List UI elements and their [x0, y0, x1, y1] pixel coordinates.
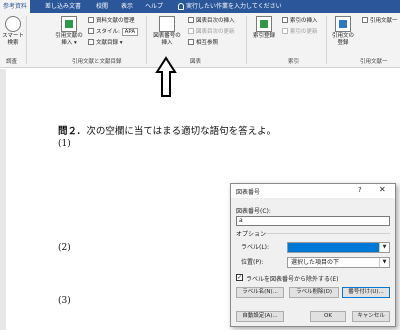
new-label-button[interactable]: ラベル名(N)...	[236, 287, 284, 298]
question-text: 次の空欄に当てはまる適切な語句を答えよ。	[86, 126, 277, 137]
manage-sources-button[interactable]: 資料文献の管理	[88, 17, 135, 25]
insert-index-button[interactable]: 索引の挿入	[282, 17, 318, 25]
group-label-citations: 引用文献と文献目録	[72, 59, 122, 65]
update-table-button[interactable]: 図表目次の更新	[188, 28, 235, 36]
numbering-button[interactable]: 番号付け(U)...	[342, 287, 390, 298]
insert-table-of-authorities-button[interactable]: 引用文献一	[362, 17, 398, 25]
cross-reference-icon	[188, 39, 194, 45]
caption-icon	[159, 16, 175, 32]
mark-citation-icon	[335, 16, 351, 32]
group-divider	[246, 16, 247, 64]
cancel-button[interactable]: キャンセル	[352, 311, 390, 322]
bibliography-icon	[88, 39, 94, 45]
lightbulb-icon	[178, 3, 184, 10]
sources-icon	[88, 17, 94, 23]
tab-mailings[interactable]: 差し込み文書	[42, 0, 84, 13]
mark-entry-label: 索引登録	[252, 33, 275, 39]
index-icon	[282, 17, 288, 23]
style-label: スタイル:	[96, 29, 120, 35]
label-select[interactable]: ▼	[287, 242, 390, 253]
refresh-icon	[188, 28, 194, 34]
table-of-figures-icon	[188, 17, 194, 23]
insert-citation-button[interactable]: 引用文献の 挿入 ▾	[52, 16, 86, 47]
insert-table-of-authorities-label: 引用文献一	[370, 18, 398, 24]
dialog-title: 図表番号	[236, 189, 261, 196]
style-select[interactable]: APA	[121, 28, 139, 36]
mark-entry-button[interactable]: 索引登録	[250, 16, 278, 40]
position-select-value: 選択した項目の下	[291, 259, 340, 266]
close-icon[interactable]: ✕	[379, 185, 386, 194]
label-field-label: ラベル(L):	[241, 244, 270, 251]
options-section-label: オプション	[236, 231, 267, 238]
item-2-number: (2)	[58, 243, 71, 253]
question-number: 問２.	[58, 126, 81, 137]
insert-caption-label: 図表番号の 挿入	[153, 33, 181, 46]
ribbon-tab-bar: 参考資料 差し込み文書 校閲 表示 ヘルプ 実行したい作業を入力してください	[0, 0, 400, 13]
chevron-down-icon: ▼	[379, 258, 389, 267]
cross-reference-label: 相互参照	[196, 40, 219, 46]
chevron-down-icon: ▼	[379, 243, 389, 252]
cross-reference-button[interactable]: 相互参照	[188, 39, 218, 47]
manage-sources-label: 資料文献の管理	[96, 18, 135, 24]
insert-caption-button[interactable]: 図表番号の 挿入	[149, 16, 185, 47]
group-label-research: 調査	[6, 59, 18, 65]
dialog-titlebar: 図表番号 ? ✕	[231, 184, 395, 198]
tell-me-box[interactable]: 実行したい作業を入力してください	[186, 0, 282, 13]
delete-label-button[interactable]: ラベル削除(D)	[289, 287, 339, 298]
citation-icon	[61, 16, 77, 32]
exclude-label-checkbox[interactable]: ✓	[236, 274, 243, 281]
tab-view[interactable]: 表示	[118, 0, 136, 13]
insert-table-of-figures-label: 図表目次の挿入	[196, 18, 235, 24]
style-icon	[88, 28, 94, 34]
question-line: 問２. 次の空欄に当てはまる適切な語句を答えよ。	[58, 123, 276, 137]
update-table-label: 図表目次の更新	[196, 29, 235, 35]
mark-citation-button[interactable]: 引用文の 登録	[328, 16, 358, 47]
caption-input[interactable]: a	[236, 216, 390, 226]
ok-button[interactable]: OK	[310, 311, 346, 322]
tab-review[interactable]: 校閲	[93, 0, 111, 13]
group-label-index: 索引	[288, 59, 300, 65]
tab-references[interactable]: 参考資料	[0, 0, 31, 13]
bibliography-button[interactable]: 文献目録 ▾	[88, 39, 123, 47]
item-3-number: (3)	[58, 296, 71, 306]
smart-lookup-button[interactable]: スマート 検索	[2, 16, 24, 47]
insert-table-of-figures-button[interactable]: 図表目次の挿入	[188, 17, 235, 25]
exclude-label-text: ラベルを図表番号から除外する(E)	[246, 276, 339, 283]
group-divider	[26, 16, 27, 64]
options-divider	[265, 233, 390, 234]
autocaption-button[interactable]: 自動設定(A)...	[236, 311, 284, 322]
refresh-icon	[282, 28, 288, 34]
group-divider	[326, 16, 327, 64]
mark-citation-label: 引用文の 登録	[331, 33, 354, 46]
group-label-captions: 図表	[190, 59, 202, 65]
insert-index-label: 索引の挿入	[290, 18, 318, 24]
smart-lookup-label: スマート 検索	[2, 33, 24, 46]
position-select[interactable]: 選択した項目の下 ▼	[287, 257, 390, 268]
insert-citation-label: 引用文献の 挿入 ▾	[55, 33, 83, 46]
caption-field-label: 図表番号(C):	[236, 208, 271, 215]
ribbon-body: スマート 検索 調査 引用文献の 挿入 ▾ 資料文献の管理 スタイル: APA …	[0, 13, 400, 68]
bibliography-label: 文献目録 ▾	[96, 40, 123, 46]
search-icon	[5, 16, 21, 32]
update-index-label: 索引の更新	[290, 29, 318, 35]
caption-dialog: 図表番号 ? ✕ 図表番号(C): a オプション ラベル(L): ▼ 位置(P…	[230, 183, 396, 327]
group-label-authorities: 引用文献一	[360, 59, 388, 65]
up-arrow-icon	[155, 56, 177, 97]
left-margin-strip	[0, 69, 6, 330]
item-1-number: (1)	[58, 139, 71, 149]
tab-help[interactable]: ヘルプ	[142, 0, 166, 13]
help-icon[interactable]: ?	[358, 186, 362, 194]
authorities-icon	[362, 17, 368, 23]
style-selector[interactable]: スタイル: APA	[88, 28, 139, 36]
mark-entry-icon	[256, 16, 272, 32]
position-field-label: 位置(P):	[241, 259, 264, 266]
update-index-button[interactable]: 索引の更新	[282, 28, 318, 36]
group-divider	[146, 16, 147, 64]
